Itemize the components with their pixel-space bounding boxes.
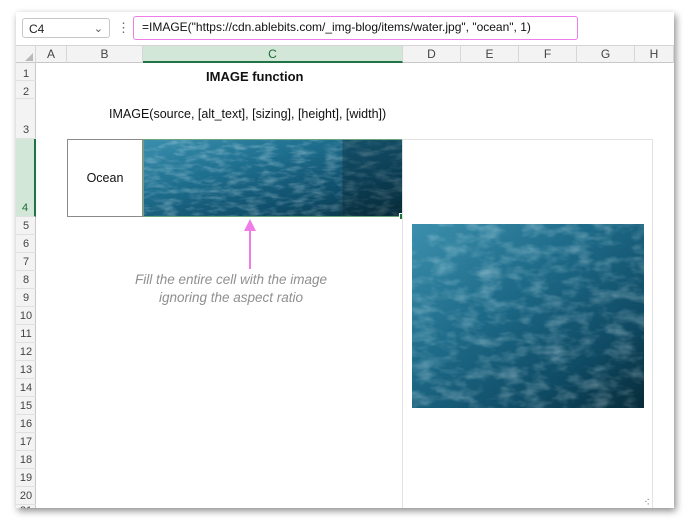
- row-header-2[interactable]: 2: [16, 81, 36, 99]
- ocean-image: [144, 140, 402, 216]
- function-syntax: IMAGE(source, [alt_text], [sizing], [hei…: [109, 107, 387, 121]
- row-header-7[interactable]: 7: [16, 253, 36, 271]
- row-header-9[interactable]: 9: [16, 289, 36, 307]
- row-header-16[interactable]: 16: [16, 415, 36, 433]
- chevron-down-icon[interactable]: ⌄: [94, 19, 103, 39]
- annotation-line-1: Fill the entire cell with the image: [134, 272, 328, 287]
- column-header-h[interactable]: H: [635, 46, 674, 63]
- row-header-18[interactable]: 18: [16, 451, 36, 469]
- row-header-1[interactable]: 1: [16, 63, 36, 81]
- row-header-13[interactable]: 13: [16, 361, 36, 379]
- row-header-20[interactable]: 20: [16, 487, 36, 505]
- row-header: 1 2 3 4 5 6 7 8 9 10 11 12 13 14 15 16 1…: [16, 63, 36, 508]
- row-header-15[interactable]: 15: [16, 397, 36, 415]
- row-header-8[interactable]: 8: [16, 271, 36, 289]
- column-header-g[interactable]: G: [577, 46, 635, 63]
- sheet-title: IMAGE function: [206, 69, 304, 84]
- cell-c4[interactable]: [143, 139, 403, 217]
- formula-input[interactable]: =IMAGE("https://cdn.ablebits.com/_img-bl…: [133, 16, 578, 40]
- resize-grip-icon[interactable]: ⠪: [644, 498, 650, 507]
- excel-window: C4 ⌄ ⋮ =IMAGE("https://cdn.ablebits.com/…: [16, 12, 674, 508]
- image-preview-card: ⠪: [402, 139, 653, 508]
- row-header-14[interactable]: 14: [16, 379, 36, 397]
- row-header-11[interactable]: 11: [16, 325, 36, 343]
- row-header-19[interactable]: 19: [16, 469, 36, 487]
- annotation-text: Fill the entire cell with the image igno…: [96, 271, 366, 307]
- column-header-b[interactable]: B: [67, 46, 143, 63]
- row-header-6[interactable]: 6: [16, 235, 36, 253]
- column-header-e[interactable]: E: [461, 46, 519, 63]
- annotation-line-2: ignoring the aspect ratio: [158, 290, 304, 305]
- row-header-3[interactable]: 3: [16, 99, 36, 139]
- worksheet-grid[interactable]: IMAGE function IMAGE(source, [alt_text],…: [36, 63, 674, 508]
- name-box-value: C4: [29, 22, 45, 36]
- row-header-4[interactable]: 4: [16, 139, 36, 217]
- column-header-c[interactable]: C: [143, 46, 403, 63]
- arrow-up-icon: [244, 219, 256, 269]
- formula-bar: C4 ⌄ ⋮ =IMAGE("https://cdn.ablebits.com/…: [16, 12, 674, 45]
- select-all-button[interactable]: [16, 46, 36, 63]
- column-header-f[interactable]: F: [519, 46, 577, 63]
- cell-b4[interactable]: Ocean: [67, 139, 143, 217]
- row-header-5[interactable]: 5: [16, 217, 36, 235]
- row-header-10[interactable]: 10: [16, 307, 36, 325]
- row-header-17[interactable]: 17: [16, 433, 36, 451]
- row-header-21[interactable]: 21: [16, 505, 36, 508]
- row-header-12[interactable]: 12: [16, 343, 36, 361]
- column-header-a[interactable]: A: [36, 46, 67, 63]
- ocean-image-preview: [412, 224, 644, 408]
- column-header-d[interactable]: D: [403, 46, 461, 63]
- name-box[interactable]: C4 ⌄: [22, 18, 110, 38]
- more-options-icon[interactable]: ⋮: [117, 18, 130, 38]
- column-header: A B C D E F G H: [16, 45, 674, 63]
